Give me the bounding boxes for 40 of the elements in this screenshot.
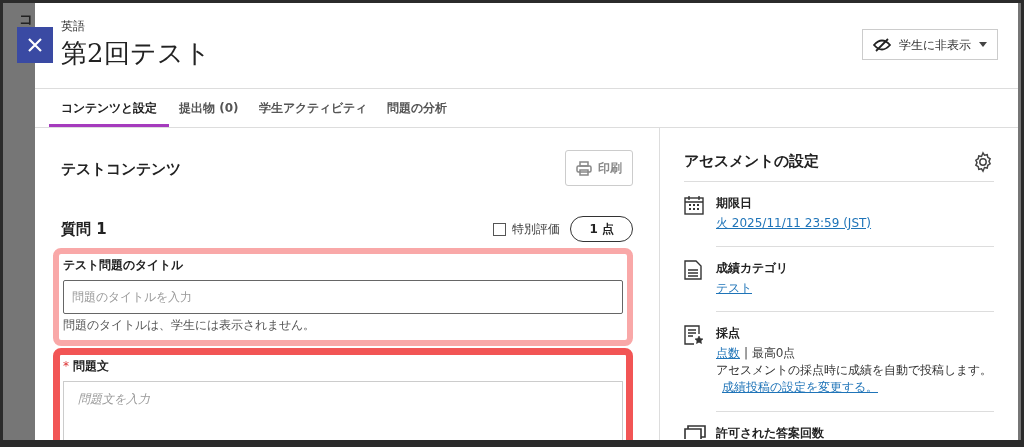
title-input-field[interactable]: 問題のタイトルを入力: [63, 280, 623, 314]
settings-icon[interactable]: [972, 150, 994, 173]
visibility-dropdown[interactable]: 学生に非表示: [862, 29, 998, 60]
printer-icon: [576, 160, 592, 176]
close-button[interactable]: [17, 27, 53, 63]
extra-credit-checkbox[interactable]: [493, 222, 507, 236]
checkbox-label: 特別評価: [512, 221, 561, 238]
question-title: 質問 1: [61, 218, 107, 240]
caret-icon: [979, 42, 987, 47]
setting-value: | 最高0点: [744, 345, 796, 362]
setting-title: 期限日: [716, 195, 753, 212]
setting-link[interactable]: テスト: [716, 279, 752, 297]
setting-title: 許可された答案回数: [716, 424, 825, 440]
page-title: 第2回テスト: [61, 37, 212, 70]
setting-note: アセスメントの採点時に成績を自動で投稿します。 成績投稿の設定を変更する。: [716, 362, 993, 397]
course-name: 英語: [61, 18, 86, 35]
settings-heading: アセスメントの設定: [684, 151, 819, 173]
document-icon: [684, 260, 702, 280]
required-mark: *: [63, 358, 69, 375]
tab[interactable]: 提出物 (0): [169, 89, 249, 127]
field-label: テスト問題のタイトル: [63, 257, 183, 274]
section-heading: テストコンテンツ: [61, 159, 181, 180]
stacked-pages-icon: [684, 424, 706, 439]
hidden-eye-icon: [873, 37, 891, 52]
help-text: 問題のタイトルは、学生には表示されません。: [63, 317, 316, 334]
graded-document-icon: [684, 325, 704, 345]
tab[interactable]: 問題の分析: [376, 89, 457, 127]
field-label: 問題文: [73, 358, 109, 375]
tab[interactable]: コンテンツと設定: [49, 89, 169, 127]
calendar-icon: [684, 195, 704, 215]
tab[interactable]: 学生アクティビティ: [248, 89, 377, 127]
question-text-field[interactable]: 問題文を入力: [63, 381, 623, 440]
backdrop-text: コ: [19, 10, 33, 29]
close-icon: [27, 37, 43, 53]
settings-link[interactable]: 成績投稿の設定を変更する。: [722, 380, 878, 395]
setting-title: 成績カテゴリ: [716, 260, 789, 277]
setting-link[interactable]: 点数: [716, 344, 740, 362]
print-button[interactable]: 印刷: [565, 150, 633, 186]
setting-link[interactable]: 火 2025/11/11 23:59 (JST): [716, 214, 872, 232]
setting-title: 採点: [716, 325, 741, 342]
